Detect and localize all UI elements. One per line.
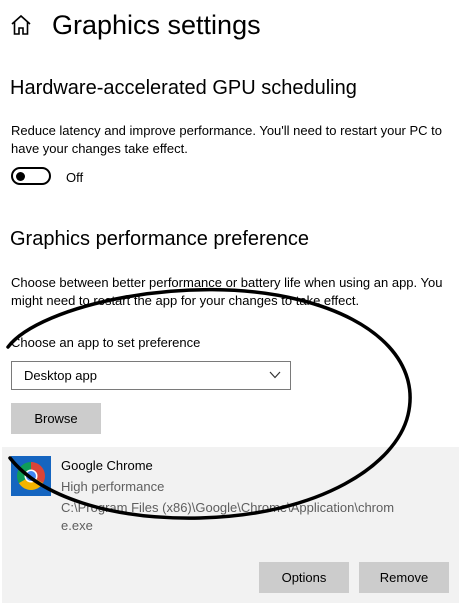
page-title: Graphics settings <box>52 10 261 40</box>
toggle-state-label: Off <box>66 170 84 185</box>
gpu-scheduling-toggle[interactable] <box>11 167 51 185</box>
home-icon[interactable] <box>9 13 33 37</box>
performance-preference-title: Graphics performance preference <box>10 228 310 250</box>
app-type-dropdown[interactable]: Desktop app <box>11 361 291 390</box>
performance-preference-description: Choose between better performance or bat… <box>11 275 443 308</box>
chevron-down-icon <box>269 371 281 379</box>
toggle-knob <box>16 172 25 181</box>
gpu-scheduling-description: Reduce latency and improve performance. … <box>11 123 442 156</box>
dropdown-value: Desktop app <box>24 368 97 383</box>
remove-button[interactable]: Remove <box>359 562 449 593</box>
app-name: Google Chrome <box>61 458 153 473</box>
gpu-scheduling-title: Hardware-accelerated GPU scheduling <box>10 77 357 99</box>
options-button[interactable]: Options <box>259 562 349 593</box>
choose-app-label: Choose an app to set preference <box>11 335 201 350</box>
app-performance-setting: High performance <box>61 479 165 494</box>
chrome-icon <box>11 456 51 496</box>
browse-button[interactable]: Browse <box>11 403 101 434</box>
app-path: C:\Program Files (x86)\Google\Chrome\App… <box>61 500 395 533</box>
